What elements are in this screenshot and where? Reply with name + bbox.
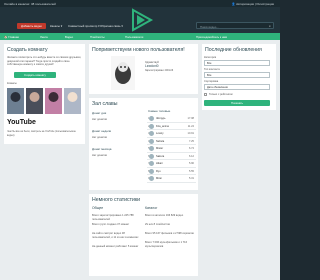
auth-links[interactable]: 👤 Авторизация | Регистрация bbox=[232, 2, 275, 6]
welcome-title: Поприветствуем нового пользователя! bbox=[92, 47, 185, 53]
stats-general-2: Всего групп создано 37 комнат bbox=[92, 223, 130, 226]
sub-navigation: 🏠 Главная Лента Видео Плейлисты Пользова… bbox=[0, 33, 280, 40]
stats-general-4: На данный момент работают 5 комнат bbox=[92, 245, 139, 248]
list-item[interactable]: 6Sakura6.12 bbox=[147, 153, 196, 160]
user-avatar[interactable] bbox=[111, 56, 135, 90]
donation-month-value: Нет донатов bbox=[92, 154, 107, 157]
list-item[interactable]: 4Nebula7.25 bbox=[147, 138, 196, 145]
list-item[interactable]: 2Kira_anime11.24 bbox=[147, 123, 196, 130]
register-date: Зарегистрирован: 2019-06 bbox=[145, 70, 174, 72]
updates-title: Последние обновления bbox=[205, 47, 262, 53]
youtube-logo[interactable]: YouTube bbox=[7, 118, 36, 128]
page-body: Создать комнату Желаете посмотреть что-н… bbox=[0, 40, 280, 280]
list-item[interactable]: 5Mister6.74 bbox=[147, 145, 196, 153]
nav-watch-together[interactable]: Совместный просмотр ▾ bbox=[68, 24, 100, 28]
top-bar: Онлайн в каналах: 38 пользователей 👤 Авт… bbox=[0, 0, 280, 7]
hall-of-fame-panel: Зал славы Донат дня Нет донатов Донат не… bbox=[89, 98, 198, 190]
search-input[interactable]: Поиск видео… ⌕ bbox=[196, 22, 274, 29]
stats-catalog-4: Всего 7 096 мультфильмов и 1 716 мультсе… bbox=[145, 241, 188, 248]
sort-label: Сортировка bbox=[204, 80, 219, 83]
updates-filter-panel: Последние обновления Категория Все Тип к… bbox=[202, 44, 276, 110]
donation-day-value: Нет донатов bbox=[92, 118, 107, 121]
show-button[interactable]: Показать bbox=[204, 100, 270, 106]
content-type-select[interactable]: Все bbox=[204, 72, 270, 78]
stats-catalog-title: Каталог bbox=[145, 206, 158, 210]
donation-week-label: Донат недели bbox=[92, 129, 112, 133]
create-room-button[interactable]: Создать комнату bbox=[14, 72, 56, 78]
top-users-list: Самые топовые 1Жёлудь17.08 2Kira_anime11… bbox=[147, 109, 196, 186]
stats-catalog-2: Из них 8 плейлистов bbox=[145, 223, 170, 226]
stats-catalog-3: Всего 95 167 фильмов и 2 598 сериалов bbox=[145, 232, 194, 235]
stats-catalog-1: Всего в каталоге 196 829 видео bbox=[145, 214, 184, 217]
list-item[interactable]: 8Ryu5.55 bbox=[147, 168, 196, 175]
nav-channels[interactable]: Каналы ▾ bbox=[50, 24, 62, 28]
donation-week-value: Нет донатов bbox=[92, 136, 107, 139]
list-item[interactable]: 9Mirai5.31 bbox=[147, 175, 196, 183]
strip-feed[interactable]: Лента bbox=[40, 35, 48, 39]
create-room-panel: Создать комнату Желаете посмотреть что-н… bbox=[4, 44, 85, 144]
stats-title: Немного статистики bbox=[92, 197, 141, 203]
site-logo[interactable] bbox=[128, 7, 154, 33]
stats-general-title: Общее bbox=[92, 206, 104, 210]
list-item[interactable]: 1Жёлудь17.08 bbox=[147, 115, 196, 123]
new-user-link[interactable]: Lzwdoxt0 bbox=[145, 64, 158, 69]
list-item[interactable]: 7Hikari5.90 bbox=[147, 160, 196, 168]
category-select[interactable]: Все bbox=[204, 60, 270, 66]
create-room-description: Желаете посмотреть что-нибудь вместе со … bbox=[7, 56, 82, 67]
strip-videos[interactable]: Видео bbox=[65, 35, 73, 39]
category-label: Категория bbox=[204, 56, 217, 59]
strip-home[interactable]: 🏠 Главная bbox=[4, 35, 19, 39]
welcome-panel: Поприветствуем нового пользователя! Здра… bbox=[89, 44, 198, 94]
stats-panel: Немного статистики Общее Всего зарегистр… bbox=[89, 194, 198, 276]
search-icon[interactable]: ⌕ bbox=[269, 24, 271, 28]
content-type-label: Тип контента bbox=[204, 68, 220, 71]
rating-checkbox[interactable] bbox=[204, 93, 207, 96]
strip-join[interactable]: Присоединяйтесь к нам bbox=[196, 35, 227, 39]
top-users-title: Самые топовые bbox=[148, 109, 171, 113]
strip-users[interactable]: Пользователи bbox=[125, 35, 143, 39]
youtube-caption: Чем бы все ни было, смотреть на YouTube … bbox=[7, 130, 76, 137]
site-header: Добавить видео Каналы ▾ Совместный просм… bbox=[0, 7, 280, 33]
donation-day-label: Донат дня bbox=[92, 111, 107, 115]
sort-select[interactable]: Дата обновления bbox=[204, 84, 270, 90]
add-video-button[interactable]: Добавить видео bbox=[17, 23, 46, 29]
create-room-title: Создать комнату bbox=[7, 47, 48, 53]
hall-of-fame-title: Зал славы bbox=[92, 101, 118, 107]
list-item[interactable]: 3Lovely10.91 bbox=[147, 130, 196, 138]
stats-general-1: Всего зарегистрировано 1 245 788 пользов… bbox=[92, 214, 134, 221]
rating-checkbox-label: Только с рейтингом bbox=[209, 93, 233, 96]
stats-general-3: На сайте смотрят видео 38 пользователей,… bbox=[92, 232, 139, 239]
donation-month-label: Донат месяца bbox=[92, 147, 112, 151]
nav-feedback[interactable]: Обратная связь ▾ bbox=[100, 24, 123, 28]
online-counter: Онлайн в каналах: 38 пользователей bbox=[4, 2, 56, 6]
room-avatars[interactable] bbox=[7, 88, 81, 114]
rooms-label: Комнаты bbox=[7, 82, 17, 85]
strip-playlists[interactable]: Плейлисты bbox=[90, 35, 105, 39]
